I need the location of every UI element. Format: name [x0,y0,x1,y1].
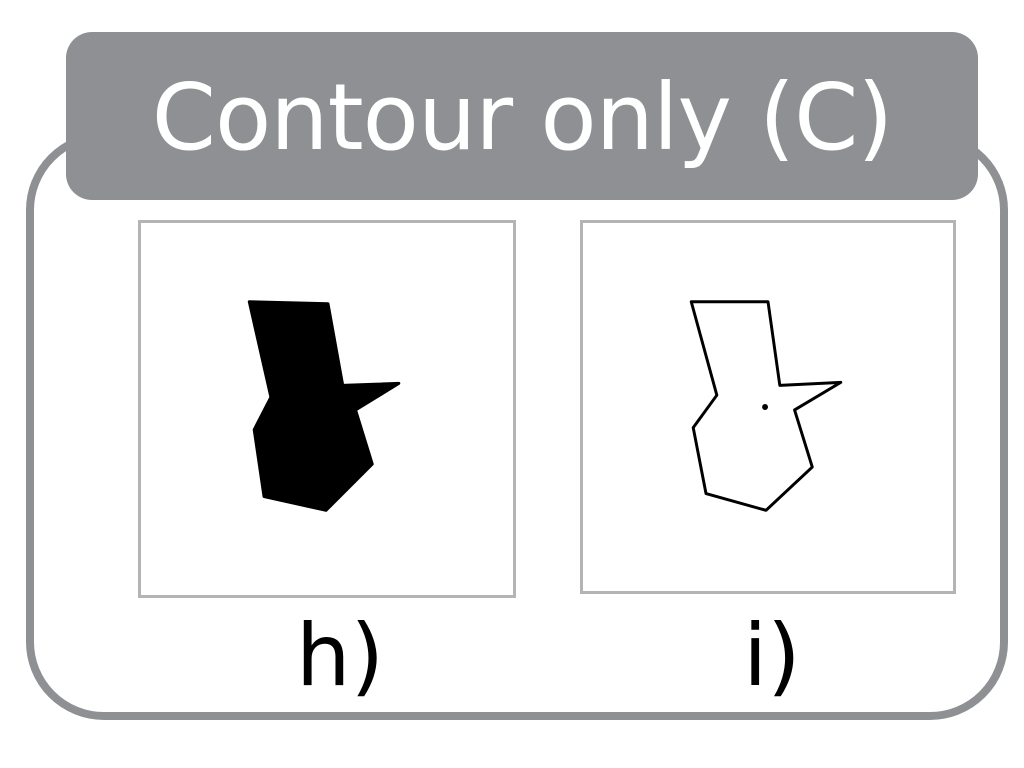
fixation-dot [762,404,768,410]
filled-shape-figure [247,300,401,512]
filled-silhouette-shape [247,300,401,512]
panel-label-h: h) [295,606,385,706]
stimulus-panel-filled [138,220,516,598]
condition-title: Contour only (C) [151,64,893,171]
panel-label-i: i) [743,606,801,706]
stimulus-panel-contour [580,220,956,594]
contour-shape-figure [689,300,843,512]
